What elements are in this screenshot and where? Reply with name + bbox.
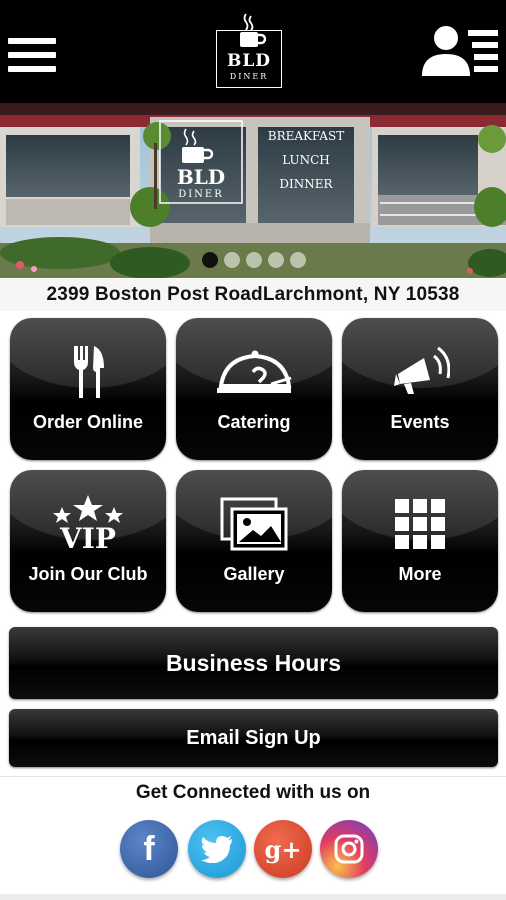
order-online-tile[interactable]: Order Online [10, 318, 166, 460]
more-tile[interactable]: More [342, 470, 498, 612]
tile-label: Catering [217, 412, 291, 432]
tile-label: Gallery [223, 564, 285, 584]
google-plus-glyph: g+ [264, 834, 302, 864]
cloche-icon [217, 350, 292, 393]
catering-tile[interactable]: Catering [176, 318, 332, 460]
tile-label: Events [390, 412, 450, 432]
business-hours-button[interactable]: Business Hours [9, 627, 498, 699]
tile-icon-wrap [176, 488, 332, 560]
sign-menu-lunch: LUNCH [282, 153, 330, 167]
menu-line [8, 38, 56, 44]
sign-menu-dinner: DINNER [279, 177, 333, 191]
grid-icon [395, 499, 445, 549]
address-text[interactable]: 2399 Boston Post RoadLarchmont, NY 10538 [0, 279, 506, 311]
logo-subtitle: DINER [229, 72, 269, 81]
bottom-edge [0, 894, 506, 900]
tile-label: Order Online [32, 412, 144, 432]
gallery-tile[interactable]: Gallery [176, 470, 332, 612]
carousel-dot[interactable] [290, 252, 306, 268]
carousel-dot[interactable] [202, 252, 218, 268]
social-heading: Get Connected with us on [135, 782, 371, 803]
tile-icon-wrap [10, 336, 166, 408]
google-plus-icon[interactable]: g+ [254, 820, 312, 878]
tile-icon-wrap: VIP [10, 488, 166, 560]
join-our-club-tile[interactable]: VIP Join Our Club [10, 470, 166, 612]
user-menu-icon[interactable] [420, 22, 500, 78]
twitter-bird-icon [201, 836, 232, 863]
tile-label: More [398, 564, 442, 584]
email-signup-button[interactable]: Email Sign Up [9, 709, 498, 767]
divider [0, 776, 506, 777]
facebook-icon[interactable]: f [120, 820, 178, 878]
events-tile[interactable]: Events [342, 318, 498, 460]
carousel-dot[interactable] [246, 252, 262, 268]
sign-logo-title: BLD [176, 165, 226, 189]
vip-text: VIP [60, 522, 116, 555]
megaphone-icon [394, 346, 450, 394]
instagram-icon[interactable] [320, 820, 378, 878]
menu-line [8, 66, 56, 72]
fork-knife-icon [74, 346, 104, 398]
sign-logo-subtitle: DINER [178, 189, 224, 200]
sign-menu-breakfast: BREAKFAST [267, 129, 345, 143]
carousel-pagination [0, 252, 506, 270]
coffee-cup-icon [240, 13, 266, 47]
tile-label: Join Our Club [28, 564, 148, 584]
tile-icon-wrap [342, 488, 498, 560]
facebook-glyph: f [143, 829, 155, 868]
carousel-dot[interactable] [268, 252, 284, 268]
top-bar: BLD DINER [0, 0, 506, 103]
tile-icon-wrap [342, 336, 498, 408]
gallery-icon [220, 497, 288, 551]
twitter-icon[interactable] [188, 820, 246, 878]
logo-title: BLD [226, 51, 272, 71]
bld-diner-logo[interactable]: BLD DINER [214, 12, 284, 90]
carousel-dot[interactable] [224, 252, 240, 268]
menu-line [8, 52, 56, 58]
instagram-camera-icon [334, 834, 364, 864]
hamburger-menu-icon[interactable] [8, 38, 56, 72]
tile-icon-wrap [176, 336, 332, 408]
